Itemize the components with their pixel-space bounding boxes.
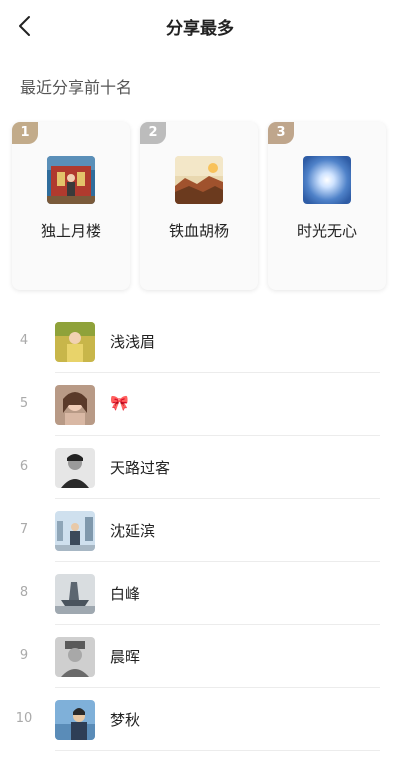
top-card-3[interactable]: 3 时光无心 <box>268 122 386 290</box>
avatar <box>55 322 95 362</box>
rank-number: 10 <box>15 711 33 726</box>
rank-number: 8 <box>19 585 29 600</box>
top-three-cards: 1 独上月楼 2 铁血胡杨 3 时光无心 <box>12 122 388 292</box>
user-name: 独上月楼 <box>40 222 101 240</box>
section-title: 最近分享前十名 <box>20 78 133 97</box>
header-bar: 分享最多 <box>0 0 400 52</box>
rank-badge: 2 <box>140 122 166 144</box>
divider <box>55 750 380 751</box>
user-name: 铁血胡杨 <box>168 222 229 240</box>
avatar <box>55 511 95 551</box>
user-name: 梦秋 <box>110 711 141 729</box>
avatar <box>55 574 95 614</box>
avatar <box>175 156 223 204</box>
list-item[interactable]: 7 沈延滨 <box>0 499 400 562</box>
avatar <box>55 700 95 740</box>
user-name: 沈延滨 <box>110 522 156 540</box>
rank-number: 5 <box>19 396 29 411</box>
list-item[interactable]: 10 梦秋 <box>0 688 400 751</box>
user-name: 浅浅眉 <box>110 333 156 351</box>
list-item[interactable]: 9 晨晖 <box>0 625 400 688</box>
list-item[interactable]: 5 🎀 <box>0 373 400 436</box>
rank-number: 9 <box>19 648 29 663</box>
avatar <box>55 448 95 488</box>
back-button[interactable] <box>14 14 38 38</box>
rank-badge: 1 <box>12 122 38 144</box>
avatar <box>55 637 95 677</box>
chevron-left-icon <box>19 16 30 36</box>
avatar <box>47 156 95 204</box>
rank-badge: 3 <box>268 122 294 144</box>
page-title: 分享最多 <box>166 19 234 39</box>
user-name: 🎀 <box>110 394 129 412</box>
rank-number: 6 <box>19 459 29 474</box>
avatar <box>303 156 351 204</box>
list-item[interactable]: 6 天路过客 <box>0 436 400 499</box>
list-item[interactable]: 8 白峰 <box>0 562 400 625</box>
top-card-2[interactable]: 2 铁血胡杨 <box>140 122 258 290</box>
rank-number: 7 <box>19 522 29 537</box>
user-name: 白峰 <box>110 585 141 603</box>
avatar <box>55 385 95 425</box>
top-card-1[interactable]: 1 独上月楼 <box>12 122 130 290</box>
rank-number: 4 <box>19 333 29 348</box>
list-item[interactable]: 4 浅浅眉 <box>0 310 400 373</box>
user-name: 时光无心 <box>296 222 357 240</box>
user-name: 晨晖 <box>110 648 141 666</box>
user-name: 天路过客 <box>110 459 171 477</box>
